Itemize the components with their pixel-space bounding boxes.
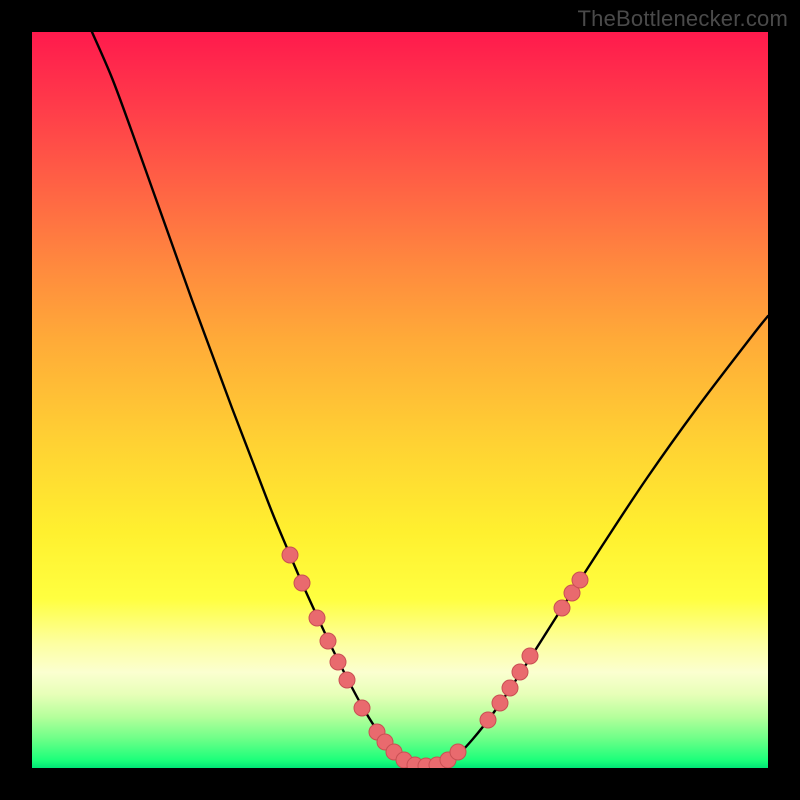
- curve-marker: [492, 695, 508, 711]
- curve-marker: [320, 633, 336, 649]
- curve-marker: [282, 547, 298, 563]
- curve-marker: [294, 575, 310, 591]
- curve-marker: [330, 654, 346, 670]
- curve-markers: [282, 547, 588, 768]
- plot-area: [32, 32, 768, 768]
- curve-marker: [339, 672, 355, 688]
- curve-marker: [554, 600, 570, 616]
- curve-marker: [512, 664, 528, 680]
- curve-marker: [309, 610, 325, 626]
- curve-layer: [32, 32, 768, 768]
- curve-marker: [502, 680, 518, 696]
- curve-marker: [522, 648, 538, 664]
- curve-marker: [480, 712, 496, 728]
- curve-marker: [450, 744, 466, 760]
- watermark-text: TheBottlenecker.com: [578, 6, 788, 32]
- bottleneck-curve: [92, 32, 768, 767]
- curve-marker: [354, 700, 370, 716]
- curve-marker: [572, 572, 588, 588]
- chart-frame: TheBottlenecker.com: [0, 0, 800, 800]
